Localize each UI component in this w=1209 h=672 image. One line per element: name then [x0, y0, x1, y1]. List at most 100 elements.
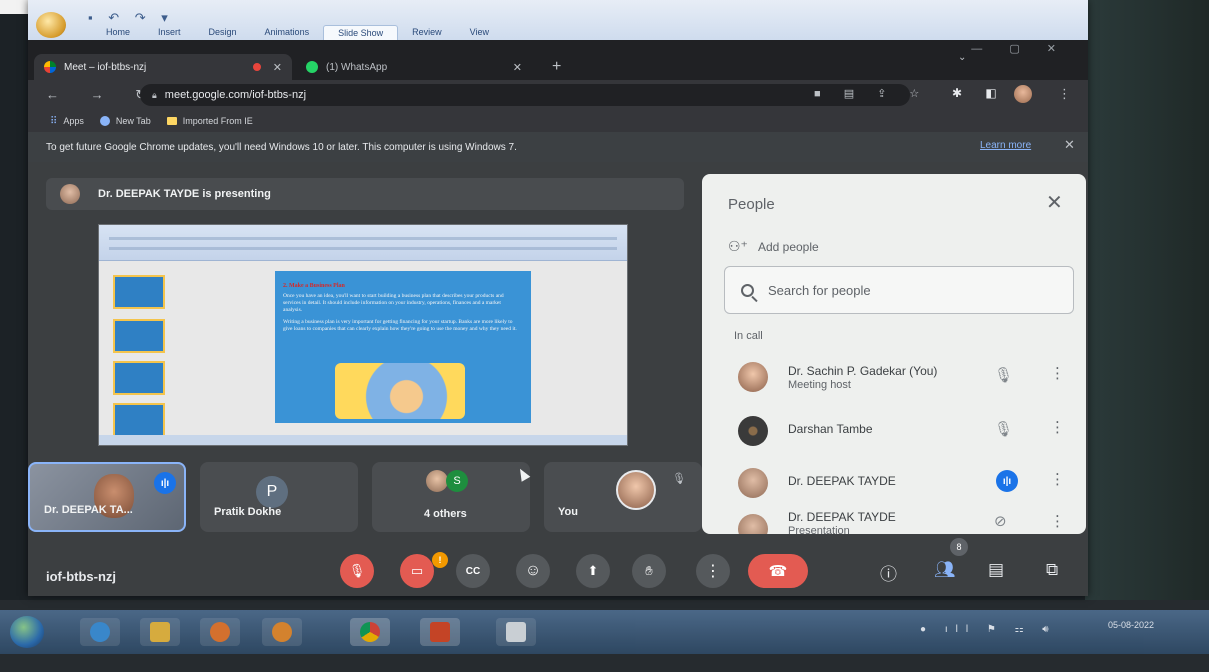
participant-role: Meeting host	[788, 379, 851, 391]
extension-icons[interactable]: ✱ ◧	[952, 86, 1007, 100]
close-icon[interactable]: ✕	[273, 61, 282, 74]
participant-tile-presenter[interactable]: ı|ı Dr. DEEPAK TA...	[28, 462, 186, 532]
slide-thumbnail	[113, 403, 165, 437]
ppt-tab-insert[interactable]: Insert	[144, 25, 195, 40]
present-now-button[interactable]: ⬆	[576, 554, 610, 588]
add-person-icon: ⚇⁺	[728, 238, 748, 254]
participant-row[interactable]: Darshan Tambe 🎙︎ ⋮	[702, 406, 1086, 456]
taskbar-chrome[interactable]	[350, 618, 390, 646]
more-vert-icon[interactable]: ⋮	[1050, 470, 1065, 488]
ppt-tab-animations[interactable]: Animations	[251, 25, 324, 40]
taskbar-explorer[interactable]	[140, 618, 180, 646]
present-off-icon[interactable]: ⊘	[994, 512, 1007, 530]
windows-taskbar: ● ıll ⚑ ⚏ 🔊︎ 05-08-2022	[0, 610, 1209, 654]
more-vert-icon[interactable]: ⋮	[1058, 86, 1071, 102]
mic-off-icon[interactable]: 🎙︎	[994, 420, 1013, 438]
taskbar-paint[interactable]	[496, 618, 536, 646]
activities-icon[interactable]: ⧉	[1046, 560, 1058, 580]
bookmark-imported-from-ie[interactable]: Imported From IE	[166, 116, 253, 126]
camera-off-button[interactable]: ▭	[400, 554, 434, 588]
bookmark-label: New Tab	[115, 116, 151, 126]
window-controls[interactable]: — ▢ ✕	[971, 42, 1068, 55]
system-tray-icons[interactable]: ● ıll ⚑ ⚏ 🔊︎	[920, 624, 1057, 635]
captions-button[interactable]: CC	[456, 554, 490, 588]
bookmark-apps[interactable]: ⠿ Apps	[50, 116, 84, 127]
more-vert-icon[interactable]: ⋮	[1050, 512, 1065, 530]
add-people-button[interactable]: ⚇⁺ Add people	[728, 238, 819, 255]
taskbar-media[interactable]	[262, 618, 302, 646]
chrome-icon	[360, 622, 380, 642]
participant-row[interactable]: Dr. DEEPAK TAYDE Presentation ⊘ ⋮	[702, 504, 1086, 534]
browser-toolbar: ← → ↻ 🔒︎ meet.google.com/iof-btbs-nzj ■ …	[28, 80, 1088, 110]
participant-role: Presentation	[788, 525, 850, 534]
participant-name: Dr. Sachin P. Gadekar (You)	[788, 364, 938, 378]
profile-avatar[interactable]	[1014, 85, 1032, 103]
tab-whatsapp[interactable]: (1) WhatsApp ✕	[296, 54, 532, 80]
shared-screen[interactable]: 2. Make a Business Plan Once you have an…	[98, 224, 628, 446]
start-button[interactable]	[10, 616, 44, 648]
url-text: meet.google.com/iof-btbs-nzj	[164, 89, 307, 101]
emoji-button[interactable]: ☺	[516, 554, 550, 588]
participant-tile-others[interactable]: S 4 others	[372, 462, 530, 532]
close-icon[interactable]: ✕	[1064, 137, 1075, 153]
more-vert-icon[interactable]: ⋮	[1050, 418, 1065, 436]
speaking-icon: ı|ı	[996, 470, 1018, 492]
tab-search-chevron-icon[interactable]: ⌄	[958, 52, 966, 63]
mic-off-icon[interactable]: 🎙︎	[994, 366, 1013, 384]
slide-thumbnails	[103, 265, 173, 437]
close-icon[interactable]: ✕	[1046, 190, 1063, 215]
people-search[interactable]	[724, 266, 1074, 314]
participant-name: Dr. DEEPAK TAYDE	[788, 474, 896, 488]
folder-icon	[166, 117, 177, 125]
taskbar-powerpoint[interactable]	[420, 618, 460, 646]
slide-paragraph: Writing a business plan is very importan…	[283, 319, 517, 332]
taskbar-firefox[interactable]	[200, 618, 240, 646]
close-icon[interactable]: ✕	[513, 61, 522, 74]
ribbon-line	[109, 247, 617, 250]
ppt-tab-review[interactable]: Review	[398, 25, 456, 40]
ppt-tab-view[interactable]: View	[456, 25, 503, 40]
quick-access-icons[interactable]: ▪ ↶ ↷ ▾	[88, 10, 174, 26]
slide-paragraph: Once you have an idea, you'll want to st…	[283, 293, 504, 313]
more-vert-icon[interactable]: ⋮	[1050, 364, 1065, 382]
address-bar[interactable]: 🔒︎ meet.google.com/iof-btbs-nzj	[140, 84, 910, 106]
new-tab-icon[interactable]: +	[552, 58, 561, 76]
tab-title: (1) WhatsApp	[326, 61, 388, 73]
participant-row[interactable]: Dr. DEEPAK TAYDE ı|ı ⋮	[702, 458, 1086, 508]
presenter-banner: Dr. DEEPAK TAYDE is presenting	[46, 178, 684, 210]
leave-call-button[interactable]: ☎︎	[748, 554, 808, 588]
people-icon[interactable]: 👥︎	[934, 560, 956, 580]
lock-icon[interactable]: 🔒︎	[152, 90, 157, 101]
more-options-button[interactable]: ⋮	[696, 554, 730, 588]
slide-title: 2. Make a Business Plan	[283, 283, 345, 289]
office-button-icon[interactable]	[36, 12, 66, 38]
bookmark-label: Imported From IE	[182, 116, 253, 126]
globe-icon	[99, 116, 110, 126]
learn-more-link[interactable]: Learn more	[980, 140, 1031, 151]
bookmark-label: Apps	[63, 116, 84, 126]
slide-body: Once you have an idea, you'll want to st…	[283, 293, 521, 333]
ppt-tab-design[interactable]: Design	[195, 25, 251, 40]
meeting-info-icon[interactable]: ⓘ	[880, 560, 897, 585]
taskbar-clock[interactable]: 05-08-2022	[1108, 618, 1154, 632]
mic-off-button[interactable]: 🎙︎	[340, 554, 374, 588]
tile-name: You	[558, 506, 578, 518]
raise-hand-button[interactable]: ✋︎	[632, 554, 666, 588]
ppt-tab-home[interactable]: Home	[92, 25, 144, 40]
participant-row[interactable]: Dr. Sachin P. Gadekar (You) Meeting host…	[702, 352, 1086, 402]
tab-title: Meet – iof-btbs-nzj	[64, 61, 147, 73]
section-label: In call	[734, 330, 763, 342]
people-count-badge: 8	[950, 538, 968, 556]
taskbar-ie[interactable]	[80, 618, 120, 646]
tab-meet[interactable]: Meet – iof-btbs-nzj ✕	[34, 54, 292, 80]
chat-icon[interactable]: ▤	[988, 560, 1004, 580]
omnibox-action-icons[interactable]: ■ ▤ ⇪ ☆	[814, 87, 929, 100]
participant-tile-pratik[interactable]: P Pratik Dokhe	[200, 462, 358, 532]
shared-ribbon	[99, 225, 627, 261]
ppt-tab-slide-show[interactable]: Slide Show	[323, 25, 399, 40]
participant-tile-you[interactable]: 🎙︎ You	[544, 462, 702, 532]
bookmark-new-tab[interactable]: New Tab	[99, 116, 151, 126]
current-slide: 2. Make a Business Plan Once you have an…	[275, 271, 531, 423]
slide-thumbnail	[113, 361, 165, 395]
search-input[interactable]	[768, 282, 1048, 298]
